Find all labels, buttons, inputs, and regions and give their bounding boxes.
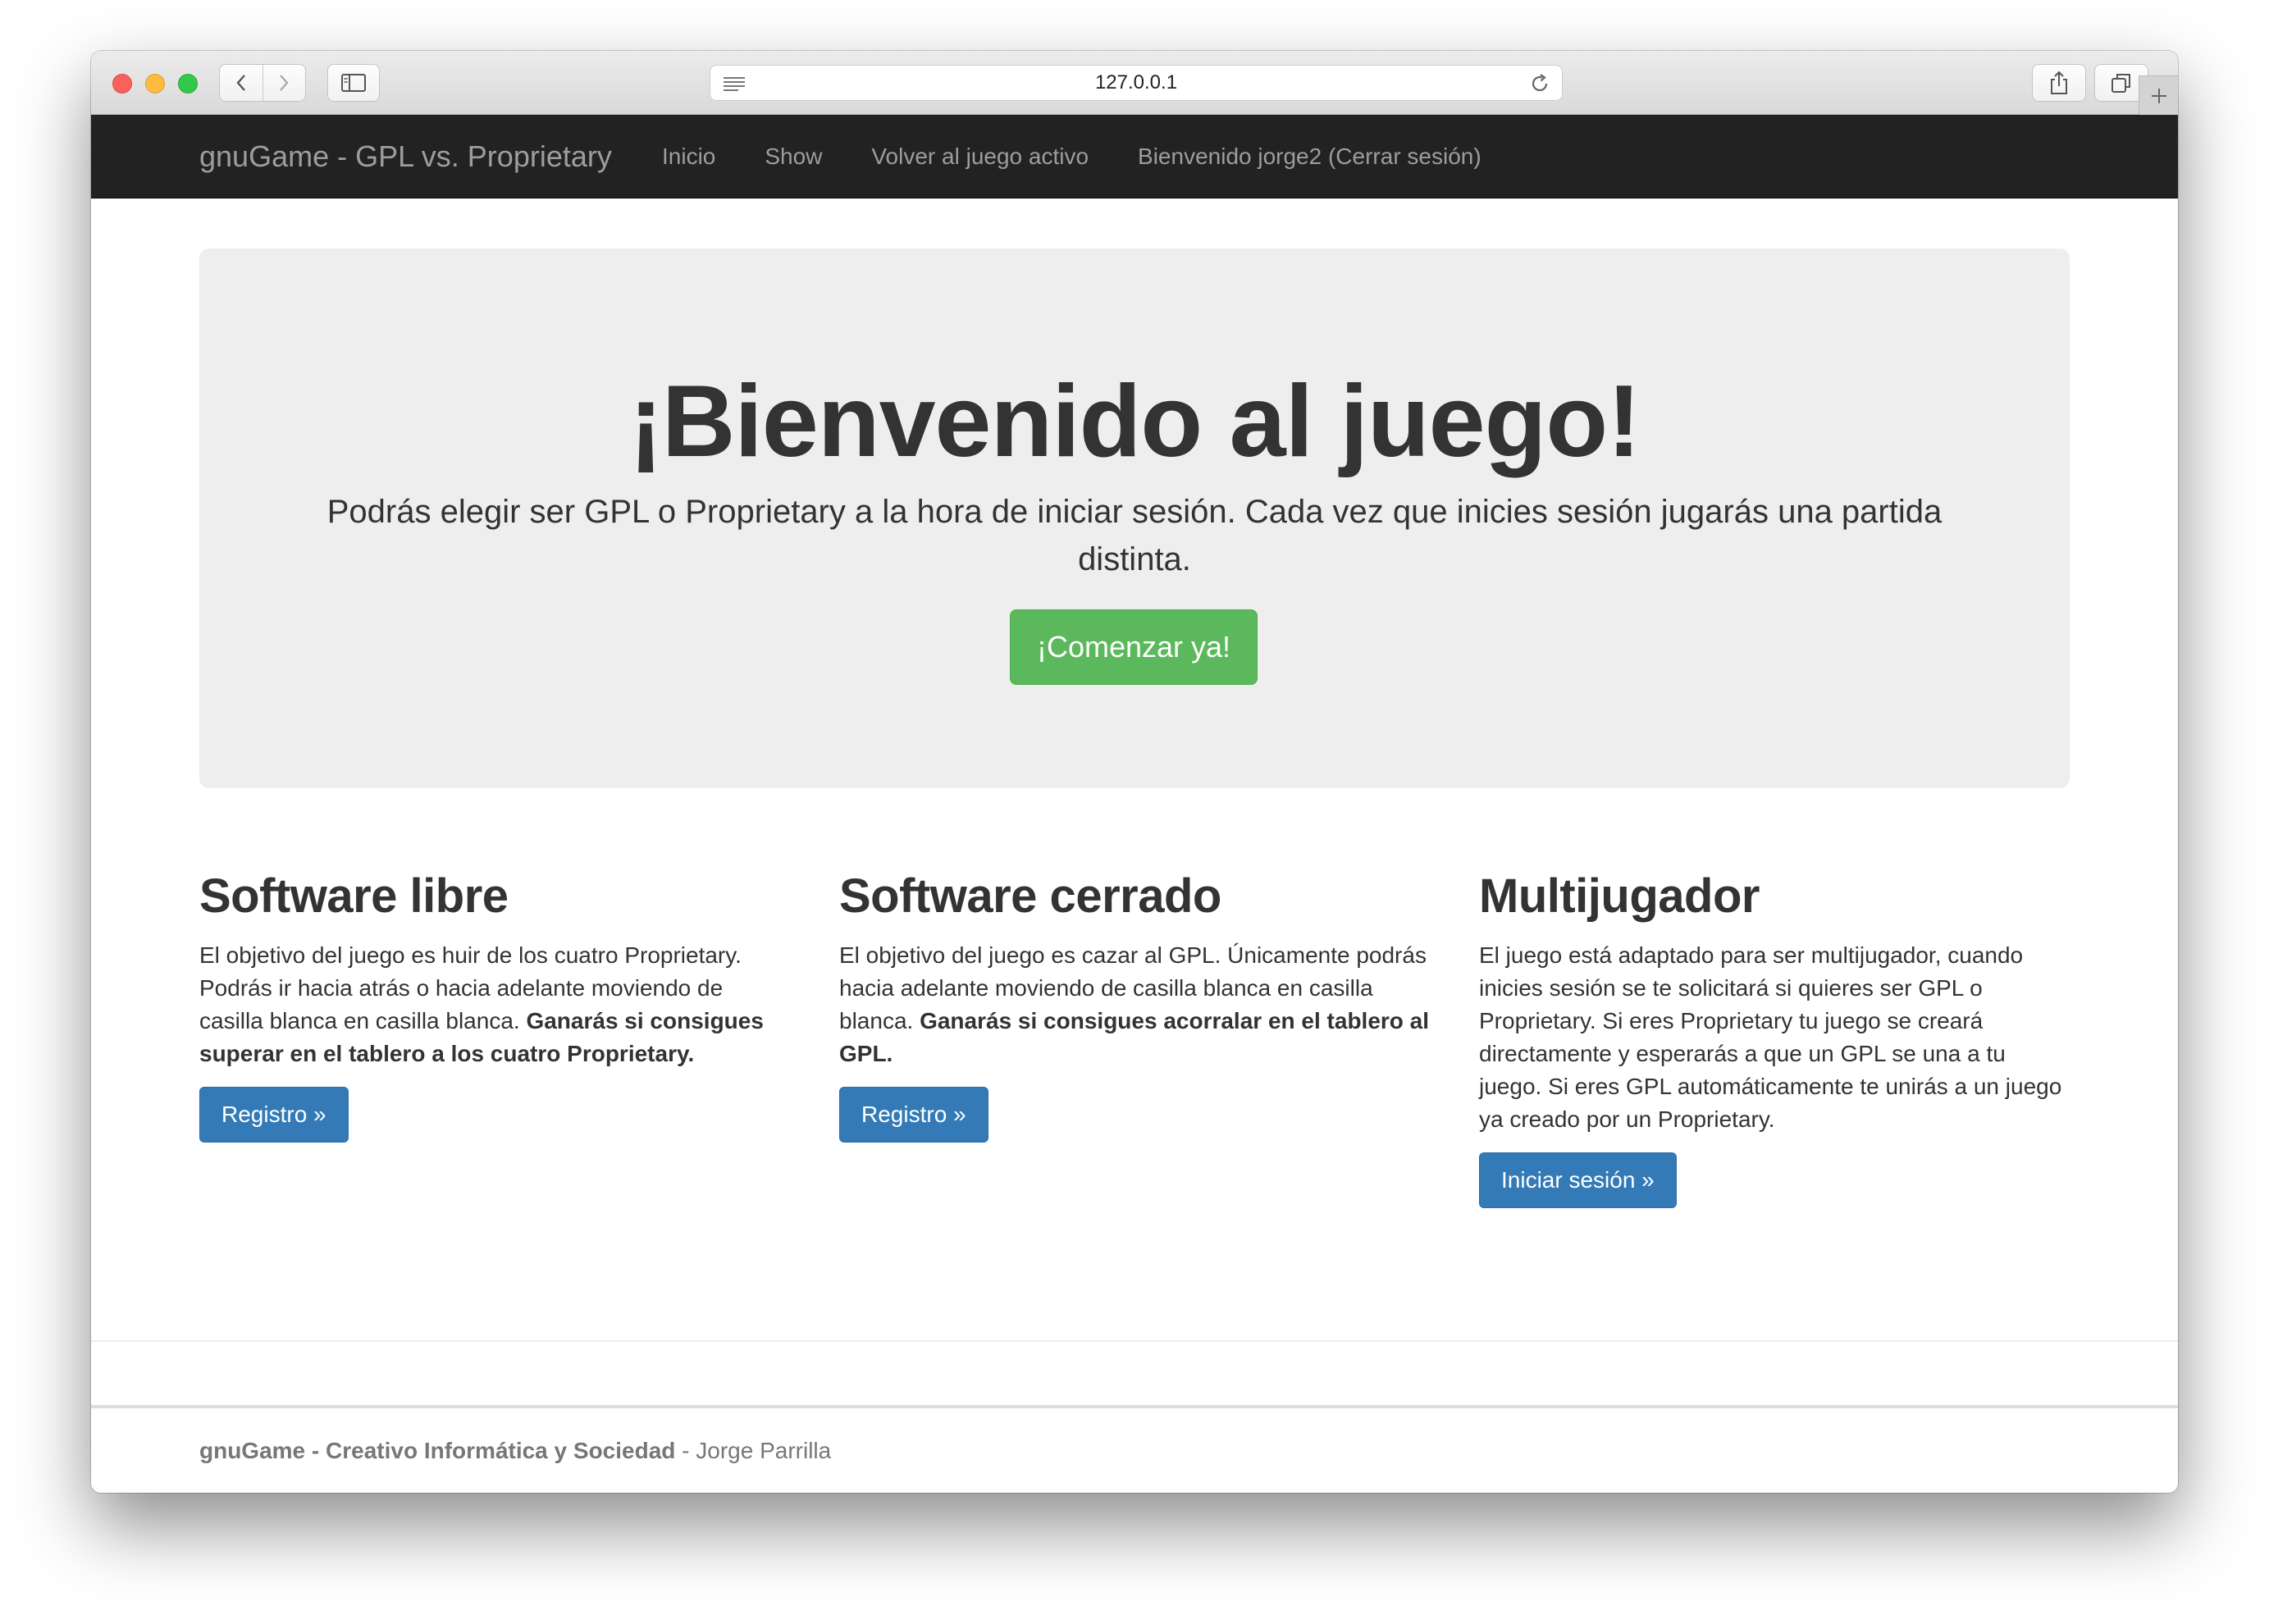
chevron-left-icon [236, 75, 245, 91]
share-icon [2051, 71, 2067, 94]
back-button[interactable] [220, 65, 263, 101]
column-text: El objetivo del juego es huir de los cua… [199, 942, 764, 1066]
footer-text: gnuGame - Creativo Informática y Socieda… [199, 1408, 831, 1493]
login-button[interactable]: Iniciar sesión » [1479, 1152, 1677, 1208]
new-tab-button[interactable] [2139, 75, 2178, 115]
plus-icon [2151, 88, 2166, 103]
chevron-right-icon [280, 75, 289, 91]
url-text: 127.0.0.1 [1094, 71, 1178, 94]
close-window-button[interactable] [112, 74, 132, 94]
browser-toolbar: 127.0.0.1 [91, 51, 2178, 115]
welcome-text: Podrás elegir ser GPL o Proprietary a la… [326, 494, 1943, 577]
history-nav [219, 64, 306, 102]
start-button[interactable]: ¡Comenzar ya! [1010, 609, 1258, 685]
browser-window: 127.0.0.1 gnuGame - GPL vs. Proprietary … [91, 51, 2178, 1493]
footer-author: - Jorge Parrilla [675, 1437, 832, 1463]
column-multijugador: Multijugador El juego está adaptado para… [1479, 864, 2070, 1208]
page-footer: gnuGame - Creativo Informática y Socieda… [91, 1405, 2178, 1493]
nav-link-show[interactable]: Show [765, 144, 822, 170]
tabs-overview-icon [2111, 74, 2130, 93]
reload-icon[interactable] [1529, 73, 1550, 94]
column-title: Multijugador [1479, 869, 1760, 923]
nav-link-inicio[interactable]: Inicio [662, 144, 715, 170]
column-text: El objetivo del juego es cazar al GPL. Ú… [839, 942, 1430, 1066]
nav-link-volver-juego[interactable]: Volver al juego activo [871, 144, 1089, 170]
minimize-window-button[interactable] [145, 74, 165, 94]
top-navbar: gnuGame - GPL vs. Proprietary Inicio Sho… [91, 115, 2178, 198]
welcome-jumbotron: ¡Bienvenido al juego! Podrás elegir ser … [199, 249, 2070, 788]
forward-button[interactable] [262, 65, 306, 101]
column-software-cerrado: Software cerrado El objetivo del juego e… [839, 864, 1430, 1143]
content-divider [91, 1340, 2178, 1342]
sidebar-icon [341, 74, 366, 92]
nav-link-logout[interactable]: Bienvenido jorge2 (Cerrar sesión) [1138, 144, 1481, 170]
navbar-brand[interactable]: gnuGame - GPL vs. Proprietary [199, 115, 612, 198]
column-text: El juego está adaptado para ser multijug… [1479, 942, 2062, 1132]
footer-bold: gnuGame - Creativo Informática y Socieda… [199, 1437, 676, 1463]
column-software-libre: Software libre El objetivo del juego es … [199, 864, 790, 1143]
column-title: Software cerrado [839, 869, 1221, 923]
web-page: gnuGame - GPL vs. Proprietary Inicio Sho… [91, 115, 2178, 1493]
sidebar-button[interactable] [327, 64, 380, 102]
navbar-links: Inicio Show Volver al juego activo Bienv… [662, 115, 1531, 198]
address-bar[interactable]: 127.0.0.1 [710, 65, 1563, 101]
column-text-bold: Ganarás si consigues acorralar en el tab… [839, 1008, 1430, 1066]
share-button[interactable] [2032, 64, 2086, 102]
zoom-window-button[interactable] [178, 74, 198, 94]
welcome-title: ¡Bienvenido al juego! [628, 365, 1641, 478]
register-button[interactable]: Registro » [199, 1087, 349, 1143]
register-button[interactable]: Registro » [839, 1087, 988, 1143]
column-title: Software libre [199, 869, 509, 923]
